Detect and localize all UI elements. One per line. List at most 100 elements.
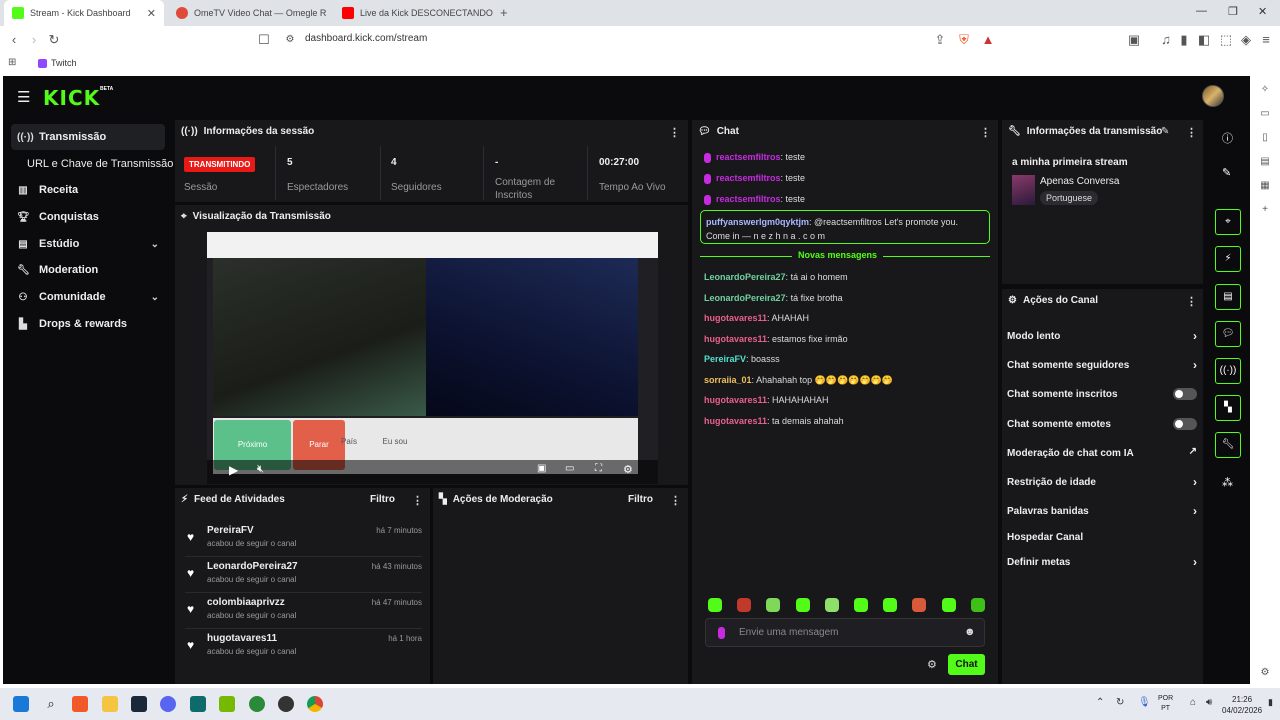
layout-icon[interactable]: ⁂ (1222, 476, 1233, 489)
chat-username[interactable]: hugotavares11 (704, 416, 767, 426)
xbox-icon[interactable] (249, 696, 265, 712)
menu-icon[interactable]: ≡ (1258, 32, 1274, 48)
sidebar-settings-icon[interactable]: ⚙ (1258, 667, 1272, 681)
wrench-icon[interactable]: 🔧︎ (1215, 432, 1241, 458)
new-tab-button[interactable]: + (500, 5, 508, 20)
sidebar-item-transmissao[interactable]: ((·)) Transmissão (11, 124, 165, 150)
chat-input[interactable]: Envie uma mensagem ☻ (705, 618, 985, 647)
vpn-icon[interactable]: ◈ (1238, 32, 1254, 48)
reading-list-icon[interactable]: ▭ (1258, 108, 1272, 122)
brave-shield-icon[interactable]: ⛨ (956, 32, 972, 48)
broadcast-icon[interactable]: ((·)) (1215, 358, 1241, 384)
channel-action-item[interactable]: Modo lento › (1007, 329, 1197, 343)
channel-action-item[interactable]: Palavras banidas › (1007, 504, 1197, 518)
emote-icon[interactable] (766, 598, 781, 612)
network-icon[interactable]: ⌂ (1190, 697, 1196, 708)
kick-logo[interactable]: KICK (43, 86, 100, 110)
emote-icon[interactable] (737, 598, 752, 612)
sidebar-item-conquistas[interactable]: 🏆︎ Conquistas (11, 204, 165, 230)
brave-rewards-icon[interactable]: ▲ (980, 32, 996, 48)
edit-pencil-icon[interactable]: ✎ (1161, 126, 1169, 137)
more-options-icon[interactable]: ⋮ (669, 126, 680, 139)
tray-chevron-icon[interactable]: ⌃ (1096, 697, 1104, 708)
chat-username[interactable]: hugotavares11 (704, 313, 767, 323)
settings-gear-icon[interactable]: ⚙ (623, 463, 633, 476)
more-options-icon[interactable]: ⋮ (670, 494, 681, 507)
sidebar-item-estudio[interactable]: ▤ Estúdio ⌄ (11, 231, 165, 257)
emote-icon[interactable] (970, 598, 985, 612)
emote-icon[interactable] (854, 598, 868, 612)
site-info-icon[interactable]: ⚙ (282, 32, 298, 48)
discord-icon[interactable] (160, 696, 176, 712)
category-name[interactable]: Apenas Conversa (1040, 176, 1120, 187)
chat-username[interactable]: LeonardoPereira27 (704, 272, 786, 282)
notification-icon[interactable]: ▮ (1268, 697, 1273, 708)
edit-pencil-icon[interactable]: ✎ (1222, 166, 1231, 179)
history-icon[interactable]: ▯ (1258, 132, 1272, 146)
stream-preview-video[interactable]: Próximo Parar País Eu sou ▶ 🔇︎ ▣ ▭ ⛶ ⚙ (207, 232, 658, 484)
toggle-switch[interactable] (1173, 418, 1197, 430)
brave-browser-icon[interactable] (72, 696, 88, 712)
wallet-icon[interactable]: ◧ (1196, 32, 1212, 48)
book-icon[interactable]: ▦ (1258, 180, 1272, 194)
theater-icon[interactable]: ▭ (565, 463, 574, 474)
search-icon[interactable]: ⌕ (43, 696, 59, 712)
obs-icon[interactable] (278, 696, 294, 712)
chat-username[interactable]: sorraiia_01 (704, 375, 752, 385)
emote-icon[interactable] (941, 598, 956, 612)
play-icon[interactable]: ▶ (229, 463, 238, 477)
emote-icon[interactable] (824, 598, 839, 612)
more-options-icon[interactable]: ⋮ (1186, 126, 1197, 139)
bookmark-icon[interactable]: ☐ (256, 32, 272, 48)
windows-start-icon[interactable] (13, 696, 29, 712)
address-bar[interactable]: dashboard.kick.com/stream (305, 33, 427, 44)
sidebar-item-url-chave[interactable]: URL e Chave de Transmissão (21, 151, 181, 177)
sidebar-item-receita[interactable]: ▥ Receita (11, 177, 165, 203)
chat-username[interactable]: hugotavares11 (704, 334, 767, 344)
emote-icon[interactable] (912, 598, 927, 612)
channel-action-item[interactable]: Restrição de idade › (1007, 475, 1197, 489)
more-options-icon[interactable]: ⋮ (1186, 295, 1197, 308)
hamburger-menu-icon[interactable]: ☰ (17, 88, 30, 106)
sidebar-item-moderation[interactable]: 🔧︎ Moderation (11, 257, 165, 283)
input-language[interactable]: POR PT (1158, 694, 1173, 714)
forward-icon[interactable]: › (26, 32, 42, 48)
app-icon[interactable] (190, 696, 206, 712)
maximize-icon[interactable]: ❐ (1228, 5, 1238, 18)
tab-kick-dashboard[interactable]: Stream - Kick Dashboard ✕ (4, 0, 164, 26)
tab-ometv[interactable]: OmeTV Video Chat — Omegle R (168, 0, 332, 26)
reload-icon[interactable]: ↻ (46, 32, 62, 48)
bookmark-twitch[interactable]: Twitch (38, 58, 77, 68)
emoji-icon[interactable]: ☻ (964, 626, 976, 638)
channel-action-item[interactable]: Definir metas › (1007, 555, 1197, 569)
chat-username[interactable]: LeonardoPereira27 (704, 293, 786, 303)
preview-toggle-icon[interactable]: ⌖ (1215, 209, 1241, 235)
send-chat-button[interactable]: Chat (948, 654, 985, 675)
sidebar-item-drops[interactable]: ▙ Drops & rewards (11, 311, 165, 337)
pip-icon[interactable]: ▣ (537, 463, 546, 474)
info-icon[interactable]: ⓘ (1222, 130, 1233, 146)
channel-action-item[interactable]: Moderação de chat com IA ↗ (1007, 446, 1197, 459)
chat-username[interactable]: hugotavares11 (704, 395, 767, 405)
sidebar-icon[interactable]: ▮ (1176, 32, 1192, 48)
back-icon[interactable]: ‹ (6, 32, 22, 48)
sync-icon[interactable]: ↻ (1116, 697, 1124, 708)
mute-icon[interactable]: 🔇︎ (257, 463, 264, 476)
add-panel-icon[interactable]: + (1258, 204, 1272, 218)
share-icon[interactable]: ⇪ (932, 32, 948, 48)
emote-icon[interactable] (708, 598, 722, 612)
channel-action-item[interactable]: Hospedar Canal (1007, 532, 1197, 543)
channel-action-item[interactable]: Chat somente emotes (1007, 418, 1197, 430)
leo-ai-icon[interactable]: ✧ (1258, 84, 1272, 98)
fullscreen-icon[interactable]: ⛶ (595, 463, 602, 474)
chat-bubble-icon[interactable]: 💬︎ (1215, 321, 1241, 347)
chat-settings-gear-icon[interactable]: ⚙ (927, 658, 937, 671)
close-window-icon[interactable]: ✕ (1258, 5, 1267, 18)
chrome-icon[interactable] (307, 696, 323, 712)
notes-icon[interactable]: ▤ (1215, 284, 1241, 310)
filter-button[interactable]: Filtro (628, 494, 653, 505)
close-tab-icon[interactable]: ✕ (147, 7, 156, 20)
moderation-icon[interactable]: ▚ (1215, 395, 1241, 421)
chat-username[interactable]: PereiraFV (704, 354, 746, 364)
apps-grid-icon[interactable]: ⊞ (8, 57, 16, 68)
